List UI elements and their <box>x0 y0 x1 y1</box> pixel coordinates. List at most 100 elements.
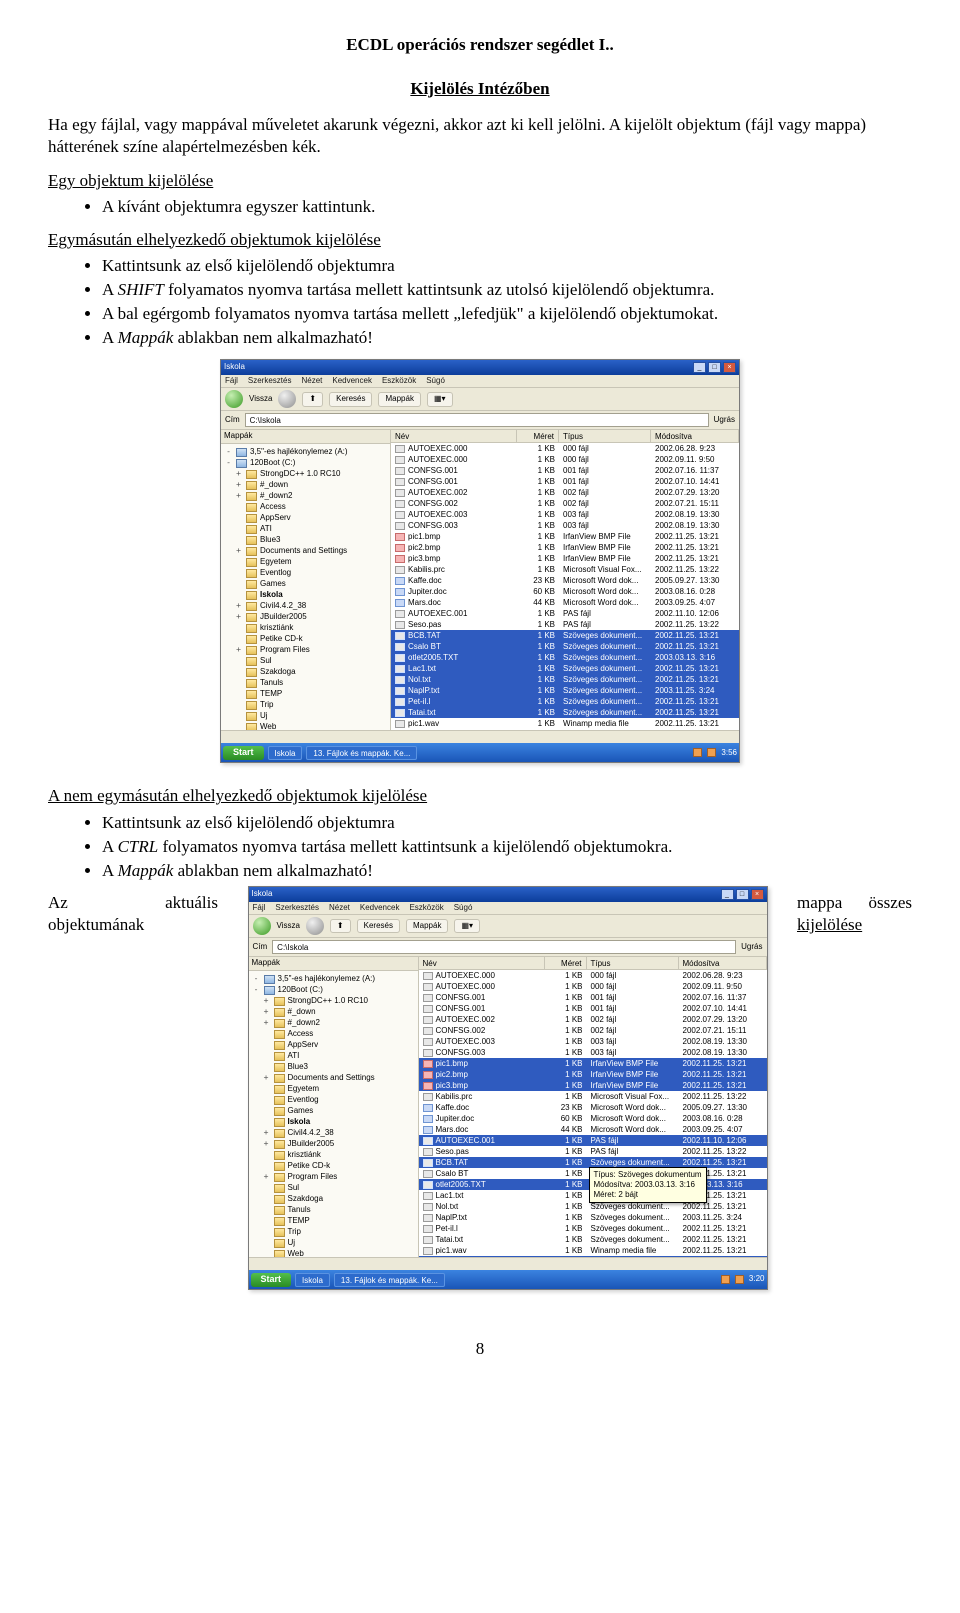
tree-node[interactable]: AppServ <box>224 513 387 524</box>
file-row[interactable]: AUTOEXEC.0001 KB000 fájl2002.09.11. 9:50 <box>419 981 767 992</box>
file-row[interactable]: CONFSG.0031 KB003 fájl2002.08.19. 13:30 <box>419 1047 767 1058</box>
file-row[interactable]: Jupiter.doc60 KBMicrosoft Word dok...200… <box>391 586 739 597</box>
file-row[interactable]: Kaffe.doc23 KBMicrosoft Word dok...2005.… <box>391 575 739 586</box>
file-row[interactable]: Pet-il.l1 KBSzöveges dokument...2002.11.… <box>419 1223 767 1234</box>
file-row[interactable]: pic1.wav1 KBWinamp media file2002.11.25.… <box>391 718 739 729</box>
back-button[interactable] <box>253 917 271 935</box>
folder-tree-pane[interactable]: Mappák -3,5"-es hajlékonylemez (A:)-120B… <box>249 957 419 1257</box>
search-button[interactable]: Keresés <box>357 919 400 933</box>
minimize-button[interactable]: _ <box>721 889 734 900</box>
col-type[interactable]: Típus <box>587 957 679 969</box>
tree-node[interactable]: Tanuls <box>252 1205 415 1216</box>
tree-node[interactable]: +Program Files <box>224 645 387 656</box>
file-row[interactable]: pic3.bmp1 KBIrfanView BMP File2002.11.25… <box>419 1080 767 1091</box>
col-type[interactable]: Típus <box>559 430 651 442</box>
tree-node[interactable]: Iskola <box>252 1117 415 1128</box>
tree-node[interactable]: +Civil4.4.2_38 <box>224 601 387 612</box>
folders-button[interactable]: Mappák <box>378 392 420 406</box>
forward-button[interactable] <box>278 390 296 408</box>
tree-node[interactable]: +Program Files <box>252 1172 415 1183</box>
file-row[interactable]: AUTOEXEC.0031 KB003 fájl2002.08.19. 13:3… <box>419 1036 767 1047</box>
file-row[interactable]: zene1.wav1 KBWinamp media file2002.11.25… <box>419 1256 767 1257</box>
file-row[interactable]: AUTOEXEC.0021 KB002 fájl2002.07.29. 13:2… <box>419 1014 767 1025</box>
file-row[interactable]: AUTOEXEC.0001 KB000 fájl2002.06.28. 9:23 <box>391 443 739 454</box>
minimize-button[interactable]: _ <box>693 362 706 373</box>
file-row[interactable]: NaplP.txt1 KBSzöveges dokument...2003.11… <box>419 1212 767 1223</box>
tray-icon[interactable] <box>721 1275 730 1284</box>
file-row[interactable]: Mars.doc44 KBMicrosoft Word dok...2003.0… <box>391 597 739 608</box>
address-input[interactable]: C:\Iskola <box>272 940 736 954</box>
col-size[interactable]: Méret <box>517 430 559 442</box>
back-button[interactable] <box>225 390 243 408</box>
close-button[interactable]: × <box>723 362 736 373</box>
tree-node[interactable]: +#_down2 <box>252 1018 415 1029</box>
tree-node[interactable]: Trip <box>252 1227 415 1238</box>
file-row[interactable]: Csalo BT1 KBSzöveges dokument...2002.11.… <box>391 641 739 652</box>
file-row[interactable]: CONFSG.0011 KB001 fájl2002.07.16. 11:37 <box>391 465 739 476</box>
file-row[interactable]: Kabilis.prc1 KBMicrosoft Visual Fox...20… <box>391 564 739 575</box>
file-row[interactable]: AUTOEXEC.0011 KBPAS fájl2002.11.10. 12:0… <box>391 608 739 619</box>
file-row[interactable]: CONFSG.0021 KB002 fájl2002.07.21. 15:11 <box>419 1025 767 1036</box>
file-row[interactable]: Seso.pas1 KBPAS fájl2002.11.25. 13:22 <box>419 1146 767 1157</box>
tree-node[interactable]: Tanuls <box>224 678 387 689</box>
file-list-pane[interactable]: Név Méret Típus Módosítva AUTOEXEC.0001 … <box>419 957 767 1257</box>
tree-node[interactable]: +JBuilder2005 <box>224 612 387 623</box>
file-row[interactable]: pic1.bmp1 KBIrfanView BMP File2002.11.25… <box>391 531 739 542</box>
tree-node[interactable]: +#_down <box>224 480 387 491</box>
tree-node[interactable]: -120Boot (C:) <box>252 985 415 996</box>
tree-node[interactable]: Uj <box>224 711 387 722</box>
tree-node[interactable]: Games <box>252 1106 415 1117</box>
views-button[interactable]: ▦▾ <box>454 919 480 933</box>
up-button[interactable]: ⬆ <box>330 919 351 933</box>
file-row[interactable]: Mars.doc44 KBMicrosoft Word dok...2003.0… <box>419 1124 767 1135</box>
file-row[interactable]: CONFSG.0031 KB003 fájl2002.08.19. 13:30 <box>391 520 739 531</box>
file-row[interactable]: pic1.wav1 KBWinamp media file2002.11.25.… <box>419 1245 767 1256</box>
tree-node[interactable]: TEMP <box>252 1216 415 1227</box>
tree-node[interactable]: +StrongDC++ 1.0 RC10 <box>224 469 387 480</box>
file-row[interactable]: pic2.bmp1 KBIrfanView BMP File2002.11.25… <box>419 1069 767 1080</box>
tree-node[interactable]: Iskola <box>224 590 387 601</box>
maximize-button[interactable]: □ <box>736 889 749 900</box>
tree-node[interactable]: -120Boot (C:) <box>224 458 387 469</box>
tree-node[interactable]: AppServ <box>252 1040 415 1051</box>
tree-node[interactable]: +Civil4.4.2_38 <box>252 1128 415 1139</box>
menu-help[interactable]: Súgó <box>454 903 473 913</box>
tree-node[interactable]: Szakdoga <box>224 667 387 678</box>
tree-node[interactable]: Sul <box>252 1183 415 1194</box>
title-bar[interactable]: Iskola _ □ × <box>221 360 739 375</box>
tree-node[interactable]: Egyetem <box>224 557 387 568</box>
file-row[interactable]: Pet-il.l1 KBSzöveges dokument...2002.11.… <box>391 696 739 707</box>
tree-node[interactable]: Sul <box>224 656 387 667</box>
menu-view[interactable]: Nézet <box>301 376 322 386</box>
views-button[interactable]: ▦▾ <box>427 392 453 406</box>
tree-node[interactable]: +Documents and Settings <box>252 1073 415 1084</box>
file-row[interactable]: Seso.pas1 KBPAS fájl2002.11.25. 13:22 <box>391 619 739 630</box>
tree-node[interactable]: Access <box>252 1029 415 1040</box>
tree-node[interactable]: Szakdoga <box>252 1194 415 1205</box>
tree-node[interactable]: +#_down <box>252 1007 415 1018</box>
start-button[interactable]: Start <box>223 746 264 760</box>
tree-node[interactable]: Uj <box>252 1238 415 1249</box>
tree-node[interactable]: Eventlog <box>252 1095 415 1106</box>
address-input[interactable]: C:\Iskola <box>245 413 709 427</box>
file-row[interactable]: AUTOEXEC.0011 KBPAS fájl2002.11.10. 12:0… <box>419 1135 767 1146</box>
tree-node[interactable]: krisztiánk <box>252 1150 415 1161</box>
col-name[interactable]: Név <box>419 957 545 969</box>
file-row[interactable]: AUTOEXEC.0031 KB003 fájl2002.08.19. 13:3… <box>391 509 739 520</box>
col-name[interactable]: Név <box>391 430 517 442</box>
menu-edit[interactable]: Szerkesztés <box>275 903 319 913</box>
file-row[interactable]: AUTOEXEC.0001 KB000 fájl2002.06.28. 9:23 <box>419 970 767 981</box>
go-button[interactable]: Ugrás <box>714 415 735 425</box>
col-date[interactable]: Módosítva <box>679 957 767 969</box>
search-button[interactable]: Keresés <box>329 392 372 406</box>
tree-node[interactable]: Petike CD-k <box>224 634 387 645</box>
file-row[interactable]: CONFSG.0021 KB002 fájl2002.07.21. 15:11 <box>391 498 739 509</box>
folders-button[interactable]: Mappák <box>406 919 448 933</box>
tray-icon[interactable] <box>693 748 702 757</box>
up-button[interactable]: ⬆ <box>302 392 323 406</box>
menu-tools[interactable]: Eszközök <box>409 903 443 913</box>
tree-node[interactable]: Blue3 <box>252 1062 415 1073</box>
menu-file[interactable]: Fájl <box>225 376 238 386</box>
menu-favorites[interactable]: Kedvencek <box>332 376 372 386</box>
menu-tools[interactable]: Eszközök <box>382 376 416 386</box>
